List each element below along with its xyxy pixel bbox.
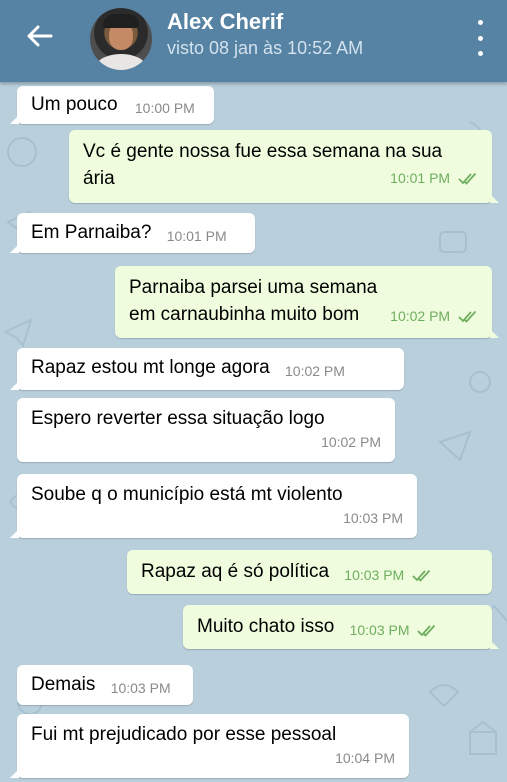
message-text: Soube q o município está mt violento <box>31 484 343 505</box>
message-bubble[interactable]: Espero reverter essa situação logo 10:02… <box>17 398 395 462</box>
message-time: 10:04 PM <box>335 750 395 766</box>
message-bubble[interactable]: Soube q o município está mt violento 10:… <box>10 474 417 538</box>
chat-background[interactable]: Um pouco 10:00 PM Vc é gente nossa fue e… <box>0 82 507 782</box>
double-check-icon <box>458 173 477 185</box>
message-time: 10:03 PM <box>110 680 171 696</box>
more-vertical-icon <box>477 20 483 25</box>
message-bubble[interactable]: Rapaz estou mt longe agora 10:02 PM <box>10 348 404 390</box>
back-button[interactable] <box>18 18 62 54</box>
message-bubble[interactable]: Vc é gente nossa fue essa semana na sua … <box>69 130 499 203</box>
message-meta: 10:01 PM <box>83 168 478 188</box>
message-text: Fui mt prejudicado por esse pessoal <box>31 724 337 745</box>
message-text: Parnaiba parsei uma semana em carnaubinh… <box>129 277 378 325</box>
message-text: Em Parnaiba? <box>31 222 152 243</box>
message-time: 10:02 PM <box>285 363 345 379</box>
message-text: Muito chato isso <box>197 616 335 637</box>
message-time: 10:02 PM <box>390 308 451 324</box>
message-bubble[interactable]: Demais 10:03 PM <box>17 665 193 705</box>
contact-avatar[interactable] <box>90 8 152 70</box>
message-bubble[interactable]: Parnaiba parsei uma semana em carnaubinh… <box>115 266 499 338</box>
double-check-icon <box>458 311 477 323</box>
message-text: Espero reverter essa situação logo <box>31 408 325 429</box>
message-bubble[interactable]: Um pouco 10:00 PM <box>10 86 214 124</box>
message-text: Um pouco <box>31 94 118 115</box>
message-time: 10:01 PM <box>390 170 451 186</box>
message-time: 10:00 PM <box>134 100 195 116</box>
message-time: 10:03 PM <box>349 622 410 638</box>
message-time: 10:03 PM <box>344 567 405 583</box>
message-time: 10:02 PM <box>321 434 381 450</box>
message-time: 10:01 PM <box>166 228 227 244</box>
message-bubble[interactable]: Em Parnaiba? 10:01 PM <box>10 213 255 253</box>
message-text: Rapaz aq é só política <box>141 561 330 582</box>
message-time: 10:03 PM <box>343 510 403 526</box>
double-check-icon <box>417 625 436 637</box>
chat-header: Alex Cherif visto 08 jan às 10:52 AM <box>0 0 507 82</box>
double-check-icon <box>412 570 431 582</box>
message-bubble[interactable]: Muito chato isso 10:03 PM <box>183 605 499 649</box>
message-bubble[interactable]: Rapaz aq é só política 10:03 PM <box>127 550 492 594</box>
last-seen-status: visto 08 jan às 10:52 AM <box>167 38 364 58</box>
message-text: Demais <box>31 674 96 695</box>
message-meta: 10:03 PM <box>350 617 438 644</box>
more-menu-button[interactable] <box>473 20 487 56</box>
message-bubble[interactable]: Fui mt prejudicado por esse pessoal 10:0… <box>10 714 409 778</box>
message-text: Rapaz estou mt longe agora <box>31 357 270 378</box>
contact-name[interactable]: Alex Cherif <box>167 9 283 35</box>
message-meta: 10:03 PM <box>344 562 432 589</box>
arrow-left-icon <box>27 25 53 47</box>
